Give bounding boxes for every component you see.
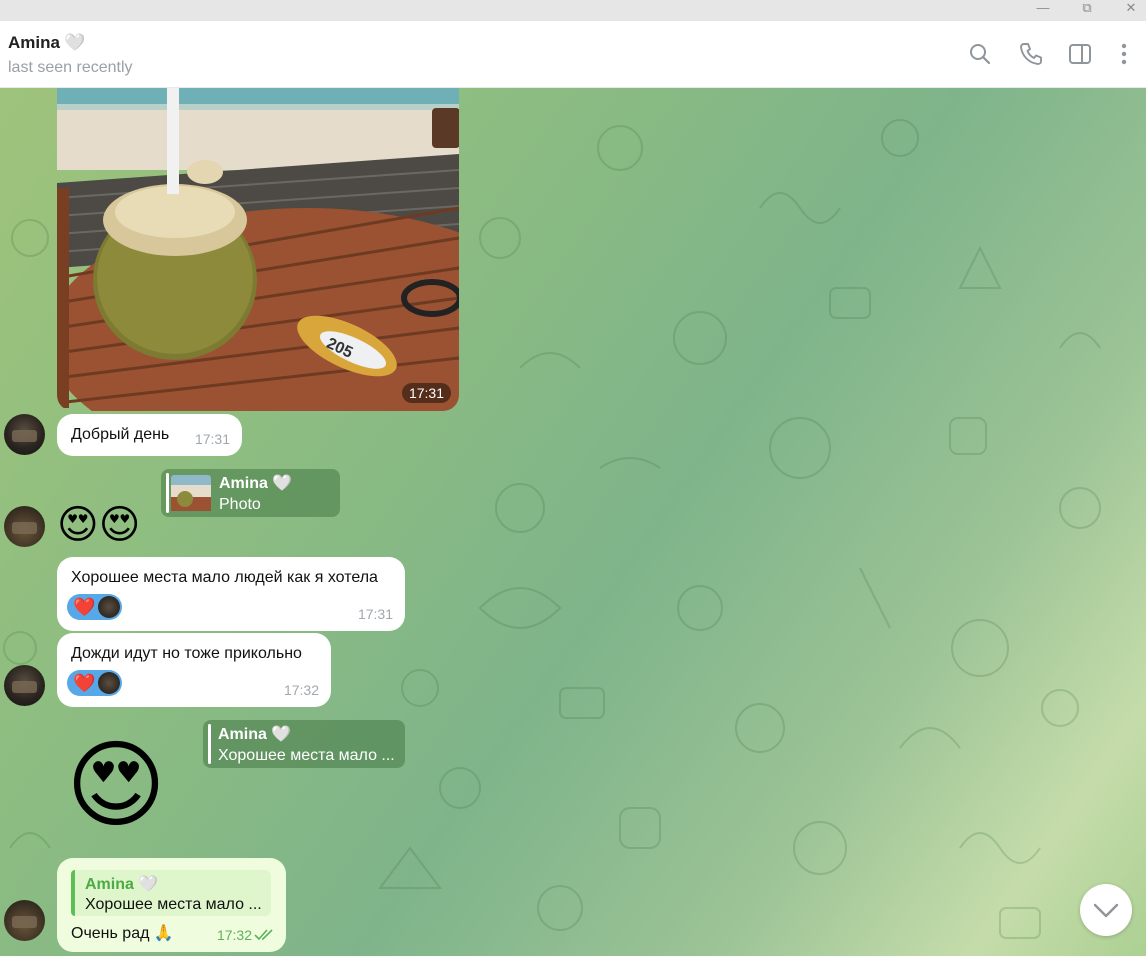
double-check-read-icon — [254, 929, 273, 941]
reply-author: Amina 🤍 — [219, 475, 293, 492]
message-text: Хорошее места мало людей как я хотела — [71, 569, 378, 586]
reply-photo-thumbnail — [171, 475, 211, 511]
restore-button[interactable]: ⧉ — [1064, 0, 1110, 21]
avatar[interactable] — [4, 900, 45, 941]
message-text: Очень рад 🙏 — [71, 925, 174, 942]
close-button[interactable]: ✕ — [1108, 0, 1146, 21]
chat-area[interactable]: 205 17:31 Добрый день 17:31 Amina 🤍 Phot… — [0, 88, 1146, 956]
quote-text: Хорошее места мало ... — [85, 896, 262, 913]
message-text: Дожди идут но тоже прикольно — [71, 645, 302, 662]
quoted-message[interactable]: Amina 🤍 Хорошее места мало ... — [71, 870, 271, 916]
reply-preview[interactable]: Amina 🤍 Photo — [161, 469, 340, 517]
window-titlebar: — ⧉ ✕ — [0, 0, 1146, 21]
reply-author: Amina 🤍 — [218, 726, 292, 743]
avatar[interactable] — [4, 665, 45, 706]
message-text: Добрый день — [71, 426, 170, 443]
white-heart-icon: 🤍 — [138, 876, 159, 893]
message-bubble[interactable]: Хорошее места мало людей как я хотела ❤️… — [57, 557, 405, 631]
message-time: 17:31 — [357, 606, 393, 622]
message-time: 17:31 — [194, 431, 230, 447]
photo-message[interactable]: 205 17:31 — [57, 88, 459, 411]
chat-header: Amina 🤍 last seen recently — [0, 21, 1146, 88]
chevron-down-icon — [1093, 903, 1119, 918]
message-bubble[interactable]: Добрый день 17:31 — [57, 414, 242, 456]
reply-text: Photo — [219, 496, 261, 513]
avatar[interactable] — [4, 506, 45, 547]
white-heart-icon: 🤍 — [271, 726, 292, 743]
chat-title-text: Amina — [8, 33, 60, 52]
search-icon[interactable] — [967, 41, 993, 67]
chat-status: last seen recently — [8, 59, 133, 76]
heart-eyes-emoji-message[interactable]: 😍😍 — [57, 500, 140, 550]
message-time: 17:32 — [283, 682, 319, 698]
white-heart-icon: 🤍 — [63, 33, 86, 52]
red-heart-icon: ❤️ — [73, 597, 96, 617]
reply-text: Хорошее места мало ... — [218, 747, 395, 764]
quote-author: Amina 🤍 — [85, 876, 159, 893]
message-time: 17:32 — [216, 927, 252, 943]
quote-bar — [71, 870, 75, 916]
chat-title[interactable]: Amina 🤍 — [8, 33, 85, 53]
outgoing-message-bubble[interactable]: Amina 🤍 Хорошее места мало ... Очень рад… — [57, 858, 286, 952]
reply-preview[interactable]: Amina 🤍 Хорошее места мало ... — [203, 720, 405, 768]
reply-bar — [208, 724, 211, 764]
reaction-avatar — [98, 596, 120, 618]
reaction-pill[interactable]: ❤️ — [67, 670, 122, 696]
reaction-pill[interactable]: ❤️ — [67, 594, 122, 620]
message-bubble[interactable]: Дожди идут но тоже прикольно ❤️ 17:32 — [57, 633, 331, 707]
big-heart-eyes-emoji-message[interactable]: 😍 — [66, 728, 166, 844]
scroll-to-bottom-button[interactable] — [1080, 884, 1132, 936]
avatar[interactable] — [4, 414, 45, 455]
minimize-button[interactable]: — — [1020, 0, 1066, 21]
reaction-avatar — [98, 672, 120, 694]
sidebar-toggle-icon[interactable] — [1067, 41, 1093, 67]
more-vert-icon[interactable] — [1111, 41, 1137, 67]
message-time: 17:31 — [401, 383, 451, 403]
coconut-photo: 205 — [57, 88, 459, 411]
reply-bar — [166, 473, 169, 513]
white-heart-icon: 🤍 — [272, 475, 293, 492]
red-heart-icon: ❤️ — [73, 673, 96, 693]
phone-icon[interactable] — [1018, 41, 1044, 67]
